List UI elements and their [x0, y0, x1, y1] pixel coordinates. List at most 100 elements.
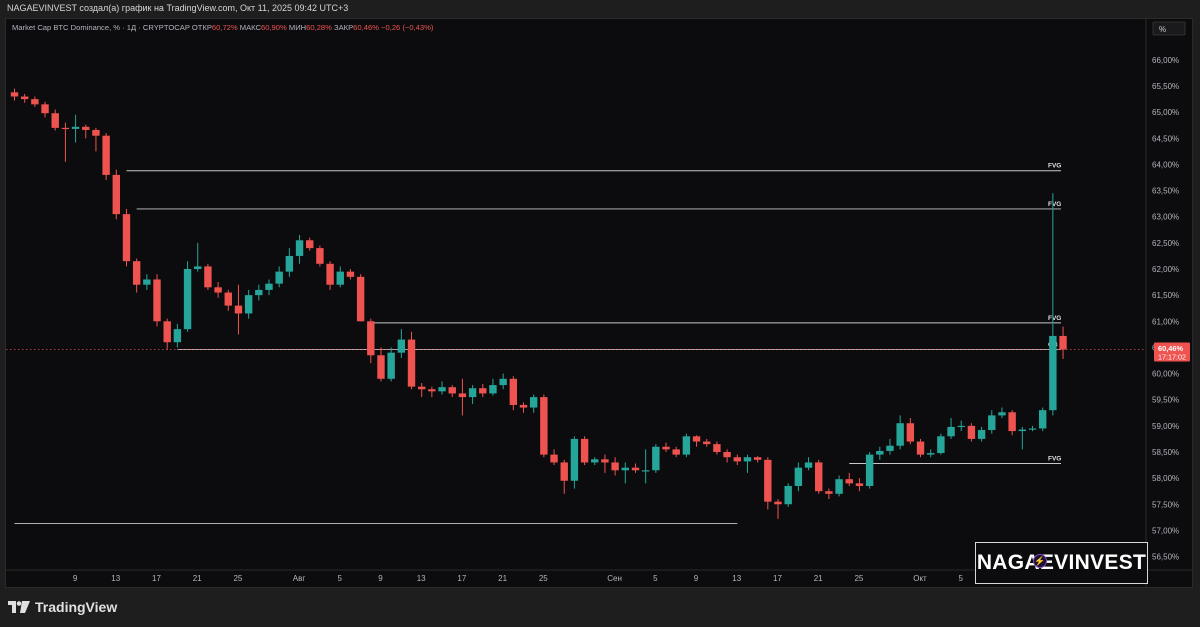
candle-body — [346, 271, 355, 277]
candle-body — [611, 462, 619, 471]
candle — [183, 261, 192, 332]
candle-body — [662, 446, 670, 450]
x-tick-label: 25 — [539, 574, 548, 583]
candle-body — [204, 266, 212, 288]
candle-body — [906, 423, 915, 442]
candle-body — [916, 441, 925, 455]
candle-body — [285, 255, 294, 272]
footer: TradingView — [0, 588, 1200, 627]
candle-body — [1038, 410, 1047, 429]
x-tick-label: 17 — [152, 574, 161, 583]
candle — [102, 133, 110, 181]
candle-body — [397, 339, 406, 353]
candle-body — [804, 462, 813, 468]
watermark-text: NAGAEVINVEST — [976, 551, 1147, 574]
candle-body — [733, 457, 741, 462]
scale-unit-button[interactable]: % — [1152, 21, 1186, 36]
x-tick-label: 25 — [854, 574, 863, 583]
candle-body — [82, 126, 90, 130]
candle-body — [865, 454, 874, 486]
y-tick-label: 64,00% — [1152, 160, 1179, 169]
x-tick-label: 13 — [111, 574, 120, 583]
y-tick-label: 63,00% — [1152, 213, 1179, 222]
level-label: FVG — [1048, 455, 1061, 462]
candle — [407, 331, 416, 390]
candle-body — [713, 444, 721, 452]
legend-high-value: 60,90% — [261, 23, 289, 32]
candle-body — [774, 501, 782, 505]
candle-body — [10, 92, 19, 97]
level-label: FVG — [1048, 315, 1061, 322]
candle-body — [448, 387, 456, 394]
candle-body — [947, 426, 955, 437]
candle-body — [479, 388, 487, 394]
candle-body — [387, 352, 395, 379]
candle-body — [529, 397, 538, 408]
publisher-bar: NAGAEVINVEST создал(а) график на Trading… — [0, 0, 1200, 18]
candle-body — [71, 126, 80, 129]
legend-close-label: ЗАКР — [334, 23, 353, 32]
bolt-icon: ⚡ — [1033, 554, 1047, 568]
y-tick-label: 60,00% — [1152, 370, 1179, 379]
candle — [784, 483, 792, 507]
candle-body — [1008, 412, 1016, 432]
candle-body — [1049, 335, 1057, 411]
candle-body — [631, 467, 640, 471]
candle-body — [316, 248, 324, 264]
x-tick-label: 21 — [193, 574, 202, 583]
level-label: FVG — [1048, 163, 1061, 170]
candle — [1038, 407, 1047, 432]
candle-body — [1059, 335, 1067, 350]
tradingview-logo[interactable]: TradingView — [8, 599, 117, 615]
y-tick-label: 58,50% — [1152, 448, 1179, 457]
candle-body — [275, 271, 283, 284]
candle-body — [224, 292, 232, 306]
candle-body — [692, 436, 701, 442]
y-tick-label: 65,50% — [1152, 82, 1179, 91]
candle-body — [570, 438, 579, 481]
x-tick-label: 5 — [337, 574, 342, 583]
candle-body — [672, 449, 680, 455]
scale-unit-label: % — [1159, 25, 1166, 34]
candle-body — [234, 305, 243, 314]
candle-body — [641, 470, 650, 472]
candle — [652, 444, 660, 473]
candle-body — [468, 388, 477, 398]
candle-body — [153, 279, 161, 322]
candle-body — [92, 129, 100, 136]
candle-body — [825, 491, 833, 494]
candle-body — [560, 462, 568, 481]
x-tick-label: 5 — [653, 574, 658, 583]
candle-body — [458, 393, 467, 398]
y-tick-label: 61,50% — [1152, 291, 1179, 300]
y-tick-label: 64,50% — [1152, 134, 1179, 143]
candle-body — [407, 339, 416, 387]
candle-body — [214, 287, 222, 293]
candle — [865, 451, 874, 489]
x-tick-label: 13 — [417, 574, 426, 583]
candle-body — [794, 467, 803, 486]
candle-body — [377, 355, 385, 379]
candlestick-chart[interactable]: 56,50% 57,00% 57,50% 58,00% 58,50% 59,00% 59,5… — [6, 19, 1192, 587]
candle-body — [703, 441, 711, 445]
candle-body — [723, 451, 731, 458]
candle — [153, 274, 161, 327]
legend-high-label: МАКС — [240, 23, 262, 32]
candle-body — [977, 430, 986, 439]
candle — [967, 423, 976, 442]
candle-body — [1028, 428, 1037, 430]
candle-body — [122, 214, 131, 262]
candle-body — [835, 479, 843, 494]
x-tick-label: 5 — [958, 574, 963, 583]
candle-body — [621, 467, 629, 471]
candle — [937, 433, 945, 455]
candle-body — [896, 423, 904, 446]
x-tick-label: 25 — [233, 574, 242, 583]
candle — [682, 433, 691, 458]
candle-body — [998, 412, 1006, 416]
candle — [764, 457, 772, 510]
chart-panel[interactable]: 56,50% 57,00% 57,50% 58,00% 58,50% 59,00% 59,5… — [5, 18, 1193, 588]
y-tick-label: 59,00% — [1152, 422, 1179, 431]
candle-body — [682, 436, 691, 455]
legend-low-value: 60,28% — [306, 23, 334, 32]
